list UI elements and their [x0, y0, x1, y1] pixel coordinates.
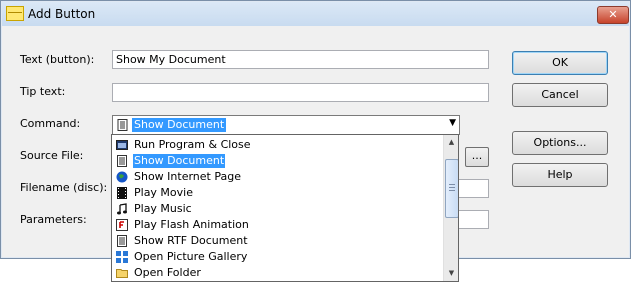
list-item[interactable]: Play Movie: [112, 185, 443, 201]
command-selected-value: Show Document: [132, 118, 227, 132]
list-item[interactable]: Play Flash Animation: [112, 217, 443, 233]
text-button-label: Text (button):: [20, 53, 95, 66]
music-note-icon: [117, 203, 127, 215]
list-item[interactable]: Open Picture Gallery: [112, 249, 443, 265]
chevron-down-icon[interactable]: ▼: [449, 118, 456, 128]
flash-icon: [116, 219, 128, 231]
tip-text-label: Tip text:: [20, 85, 66, 98]
options-button[interactable]: Options...: [512, 131, 608, 155]
help-button[interactable]: Help: [512, 163, 608, 187]
command-label: Command:: [20, 117, 81, 130]
rtf-document-icon: [117, 235, 127, 247]
gallery-icon: [116, 251, 128, 263]
list-item[interactable]: Run Program & Close: [112, 137, 443, 153]
cancel-button[interactable]: Cancel: [512, 83, 608, 107]
list-item[interactable]: Show Document: [112, 153, 443, 169]
tip-text-input[interactable]: [112, 83, 489, 102]
program-icon: [116, 140, 128, 150]
scroll-up-arrow-icon[interactable]: ▲: [444, 135, 458, 150]
command-dropdown[interactable]: Show Document ▼: [112, 115, 460, 135]
source-file-label: Source File:: [20, 149, 84, 162]
filename-label: Filename (disc):: [20, 181, 108, 194]
dropdown-scrollbar[interactable]: ▲ ▼: [443, 135, 458, 281]
parameters-input[interactable]: [457, 210, 489, 229]
text-button-input[interactable]: Show My Document: [112, 50, 489, 69]
globe-icon: [116, 171, 128, 183]
document-icon: [117, 155, 127, 167]
command-dropdown-list[interactable]: Run Program & Close Show Document Show I…: [111, 134, 459, 282]
close-button[interactable]: ✕: [597, 6, 629, 24]
list-item[interactable]: Show Internet Page: [112, 169, 443, 185]
window-title: Add Button: [28, 7, 96, 21]
folder-icon: [116, 269, 128, 278]
list-item[interactable]: Play Music: [112, 201, 443, 217]
list-item[interactable]: Show RTF Document: [112, 233, 443, 249]
scrollbar-thumb[interactable]: [445, 159, 458, 218]
ok-button[interactable]: OK: [512, 51, 608, 75]
film-icon: [117, 187, 127, 199]
list-item[interactable]: Open Folder: [112, 265, 443, 281]
title-bar[interactable]: Add Button ✕: [2, 2, 629, 26]
filename-input[interactable]: [457, 179, 489, 198]
parameters-label: Parameters:: [20, 213, 87, 226]
scroll-down-arrow-icon[interactable]: ▼: [444, 266, 458, 281]
app-icon: [6, 6, 24, 21]
document-icon: [117, 119, 128, 131]
browse-button[interactable]: ...: [465, 147, 489, 167]
